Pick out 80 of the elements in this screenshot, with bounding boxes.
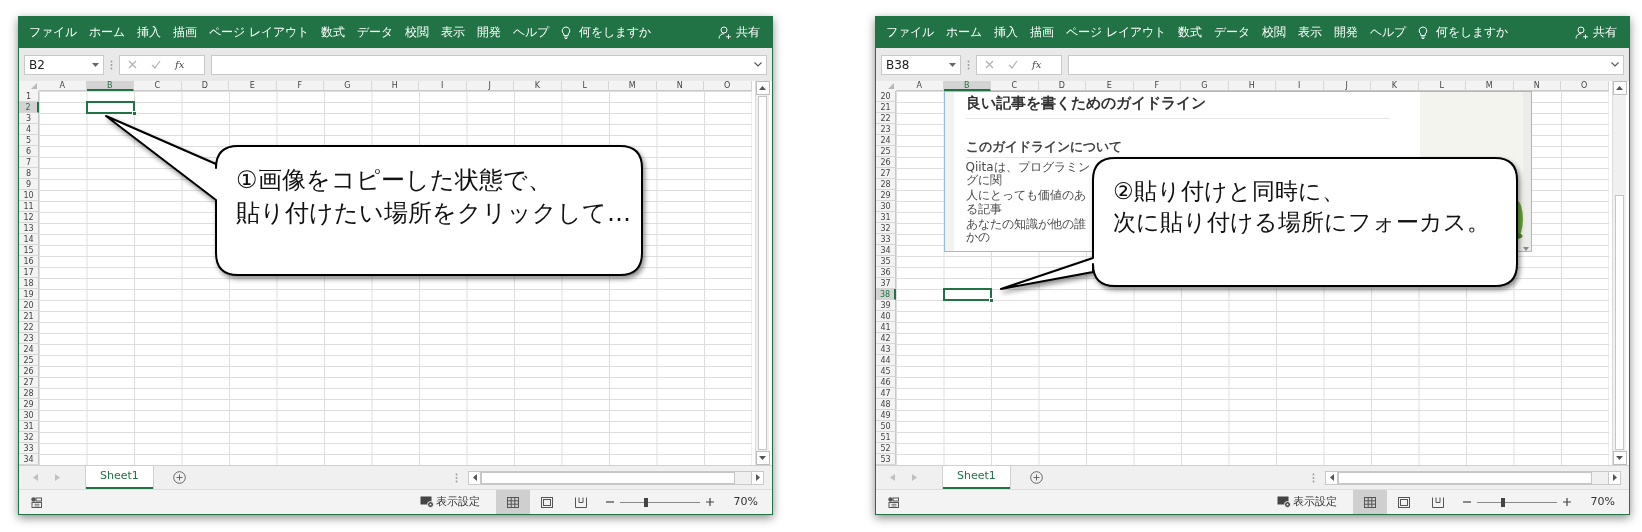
column-header[interactable]: J bbox=[466, 81, 514, 91]
menu-tab[interactable]: 挿入 bbox=[994, 23, 1018, 42]
menu-tab[interactable]: 数式 bbox=[1177, 23, 1202, 42]
menu-tab[interactable]: 描画 bbox=[173, 23, 197, 42]
column-header[interactable]: I bbox=[1276, 81, 1324, 91]
column-header[interactable]: L bbox=[1418, 81, 1466, 91]
column-header[interactable]: H bbox=[1228, 81, 1276, 91]
column-header[interactable]: N bbox=[1513, 81, 1561, 91]
paragraph-text: Qiitaは、プログラミングに関 bbox=[965, 161, 1091, 188]
tell-me-search[interactable]: 何をしますか bbox=[578, 23, 651, 42]
paragraph-text: 人にとっても価値のある記事 bbox=[965, 189, 1087, 216]
column-header[interactable]: K bbox=[1371, 81, 1419, 91]
column-header[interactable]: G bbox=[1181, 81, 1229, 91]
menu-tab[interactable]: 開発 bbox=[476, 23, 501, 42]
callout-text: 貼り付けたい場所をクリックして… bbox=[236, 197, 631, 229]
zoom-level[interactable]: 70% bbox=[1590, 493, 1615, 511]
column-header[interactable]: A bbox=[39, 81, 87, 91]
insert-function-button[interactable]: fx bbox=[175, 57, 185, 72]
column-header[interactable]: D bbox=[1038, 81, 1086, 91]
sheet-tab[interactable]: Sheet1 bbox=[943, 466, 1010, 489]
column-header[interactable]: E bbox=[229, 81, 277, 91]
menu-tab[interactable]: ページ レイアウト bbox=[1066, 23, 1166, 42]
menu-tab[interactable]: 描画 bbox=[1030, 23, 1054, 42]
column-header[interactable]: L bbox=[561, 81, 609, 91]
menu-tab[interactable]: 数式 bbox=[320, 23, 345, 42]
column-header[interactable]: N bbox=[656, 81, 704, 91]
menu-tab[interactable]: ページ レイアウト bbox=[209, 23, 309, 42]
paragraph-text: あなたの知識が他の誰かの bbox=[965, 217, 1087, 245]
column-header[interactable]: C bbox=[134, 81, 182, 91]
row-header[interactable]: 1 bbox=[19, 91, 39, 102]
menu-tab[interactable]: ホーム bbox=[946, 23, 982, 42]
column-header[interactable]: A bbox=[896, 81, 944, 91]
row-header[interactable]: 7 bbox=[19, 157, 39, 168]
callout-text: ①画像をコピーした状態で、 bbox=[236, 165, 553, 196]
column-header[interactable]: M bbox=[1466, 81, 1514, 91]
callout-text: ②貼り付けと同時に、 bbox=[1113, 177, 1346, 206]
callout-text: 次に貼り付ける場所にフォーカス。 bbox=[1113, 208, 1490, 238]
column-header[interactable]: D bbox=[181, 81, 229, 91]
column-header[interactable]: H bbox=[371, 81, 419, 91]
display-settings-button[interactable]: 表示設定 bbox=[1276, 493, 1345, 511]
cell-reference: B38 bbox=[886, 56, 910, 74]
menu-tab[interactable]: 開発 bbox=[1333, 23, 1358, 42]
menu-tab[interactable]: データ bbox=[356, 23, 393, 42]
share-button[interactable]: 共有 bbox=[1593, 23, 1617, 42]
row-header[interactable]: 2 bbox=[19, 102, 39, 113]
column-header[interactable]: F bbox=[1133, 81, 1181, 91]
column-header[interactable]: O bbox=[704, 81, 752, 91]
menu-tab[interactable]: ファイル bbox=[886, 23, 934, 42]
insert-function-button[interactable]: fx bbox=[1032, 57, 1042, 72]
menu-tab[interactable]: ホーム bbox=[89, 23, 125, 42]
menu-tab[interactable]: ヘルプ bbox=[1369, 23, 1406, 42]
menu-tab[interactable]: データ bbox=[1213, 23, 1250, 42]
menu-tab[interactable]: 校閲 bbox=[1261, 23, 1286, 42]
column-header[interactable]: M bbox=[609, 81, 657, 91]
cell-reference: B2 bbox=[29, 56, 45, 74]
row-header[interactable]: 4 bbox=[19, 124, 39, 135]
menu-tab[interactable]: 表示 bbox=[1297, 23, 1322, 42]
column-header[interactable]: J bbox=[1323, 81, 1371, 91]
zoom-level[interactable]: 70% bbox=[733, 493, 758, 511]
article-title: 良い記事を書くためのガイドライン bbox=[965, 92, 1390, 119]
display-settings-button[interactable]: 表示設定 bbox=[419, 493, 488, 511]
share-button[interactable]: 共有 bbox=[736, 23, 760, 42]
name-box[interactable]: B38 bbox=[881, 54, 961, 75]
menu-tab[interactable]: ヘルプ bbox=[512, 23, 549, 42]
tell-me-search[interactable]: 何をしますか bbox=[1435, 23, 1508, 42]
menu-tab[interactable]: 校閲 bbox=[404, 23, 429, 42]
column-header[interactable]: K bbox=[514, 81, 562, 91]
column-header[interactable]: F bbox=[276, 81, 324, 91]
menu-tab[interactable]: 表示 bbox=[440, 23, 465, 42]
column-header[interactable]: B bbox=[86, 81, 134, 91]
menu-tab[interactable]: ファイル bbox=[29, 23, 77, 42]
column-header[interactable]: C bbox=[991, 81, 1039, 91]
menu-tab[interactable]: 挿入 bbox=[137, 23, 161, 42]
name-box[interactable]: B2 bbox=[24, 54, 104, 75]
column-header[interactable]: I bbox=[419, 81, 467, 91]
sheet-tab[interactable]: Sheet1 bbox=[86, 466, 153, 489]
column-header[interactable]: E bbox=[1086, 81, 1134, 91]
column-header[interactable]: B bbox=[943, 81, 991, 91]
column-header[interactable]: O bbox=[1561, 81, 1609, 91]
column-header[interactable]: G bbox=[324, 81, 372, 91]
